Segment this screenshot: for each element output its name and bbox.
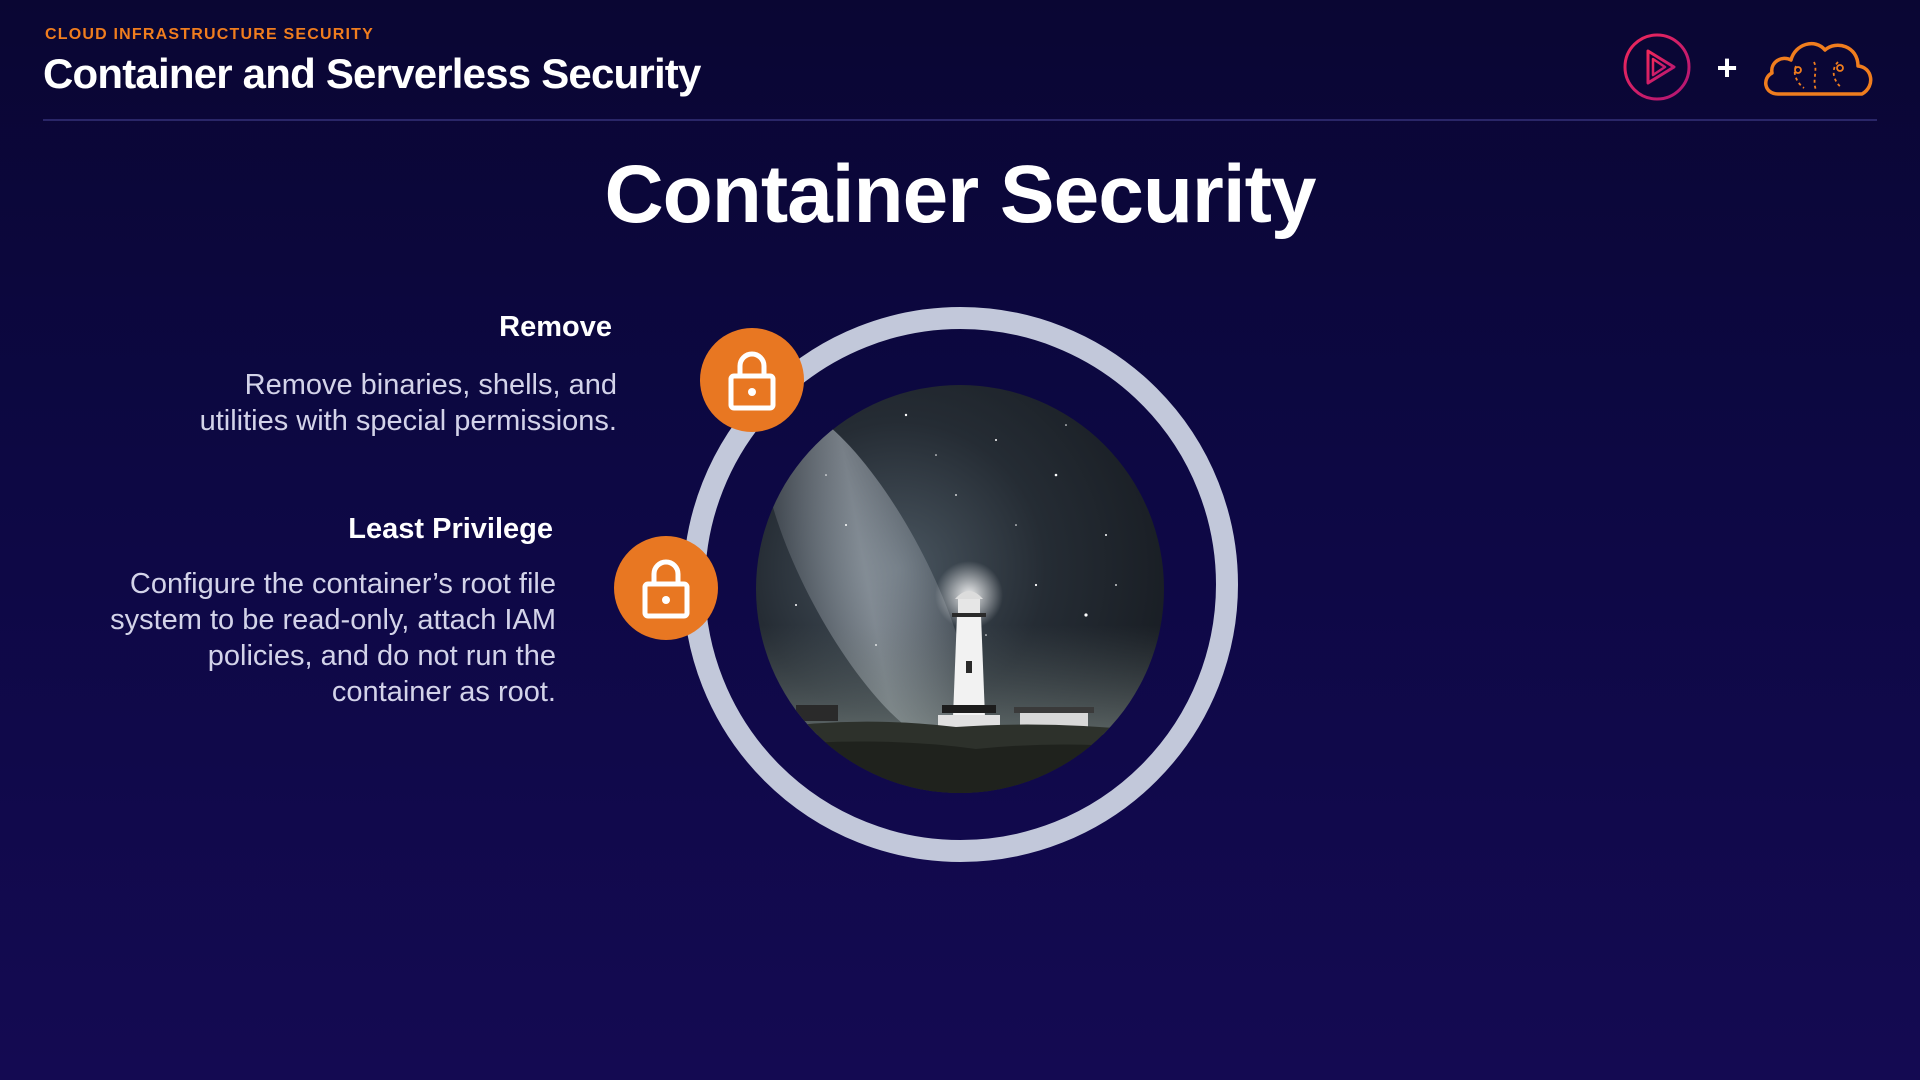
lock-badge-least-privilege <box>614 536 718 640</box>
play-logo-icon <box>1622 32 1692 102</box>
item-body-remove: Remove binaries, shells, and utilities w… <box>199 369 617 437</box>
item-body-least-privilege: Configure the container’s root file syst… <box>110 568 556 708</box>
item-heading-remove: Remove <box>499 311 612 343</box>
lock-badge-remove <box>700 328 804 432</box>
lock-icon <box>642 559 690 619</box>
eyebrow-label: CLOUD INFRASTRUCTURE SECURITY <box>45 26 375 43</box>
lock-icon <box>728 351 776 411</box>
slide-title: Container Security <box>604 149 1316 240</box>
plus-sign: + <box>1716 47 1738 88</box>
header-divider <box>43 119 1877 121</box>
cloud-logo-icon <box>1758 28 1878 102</box>
item-heading-least-privilege: Least Privilege <box>348 513 553 545</box>
lighthouse-photo <box>756 385 1164 793</box>
course-title: Container and Serverless Security <box>43 50 701 97</box>
